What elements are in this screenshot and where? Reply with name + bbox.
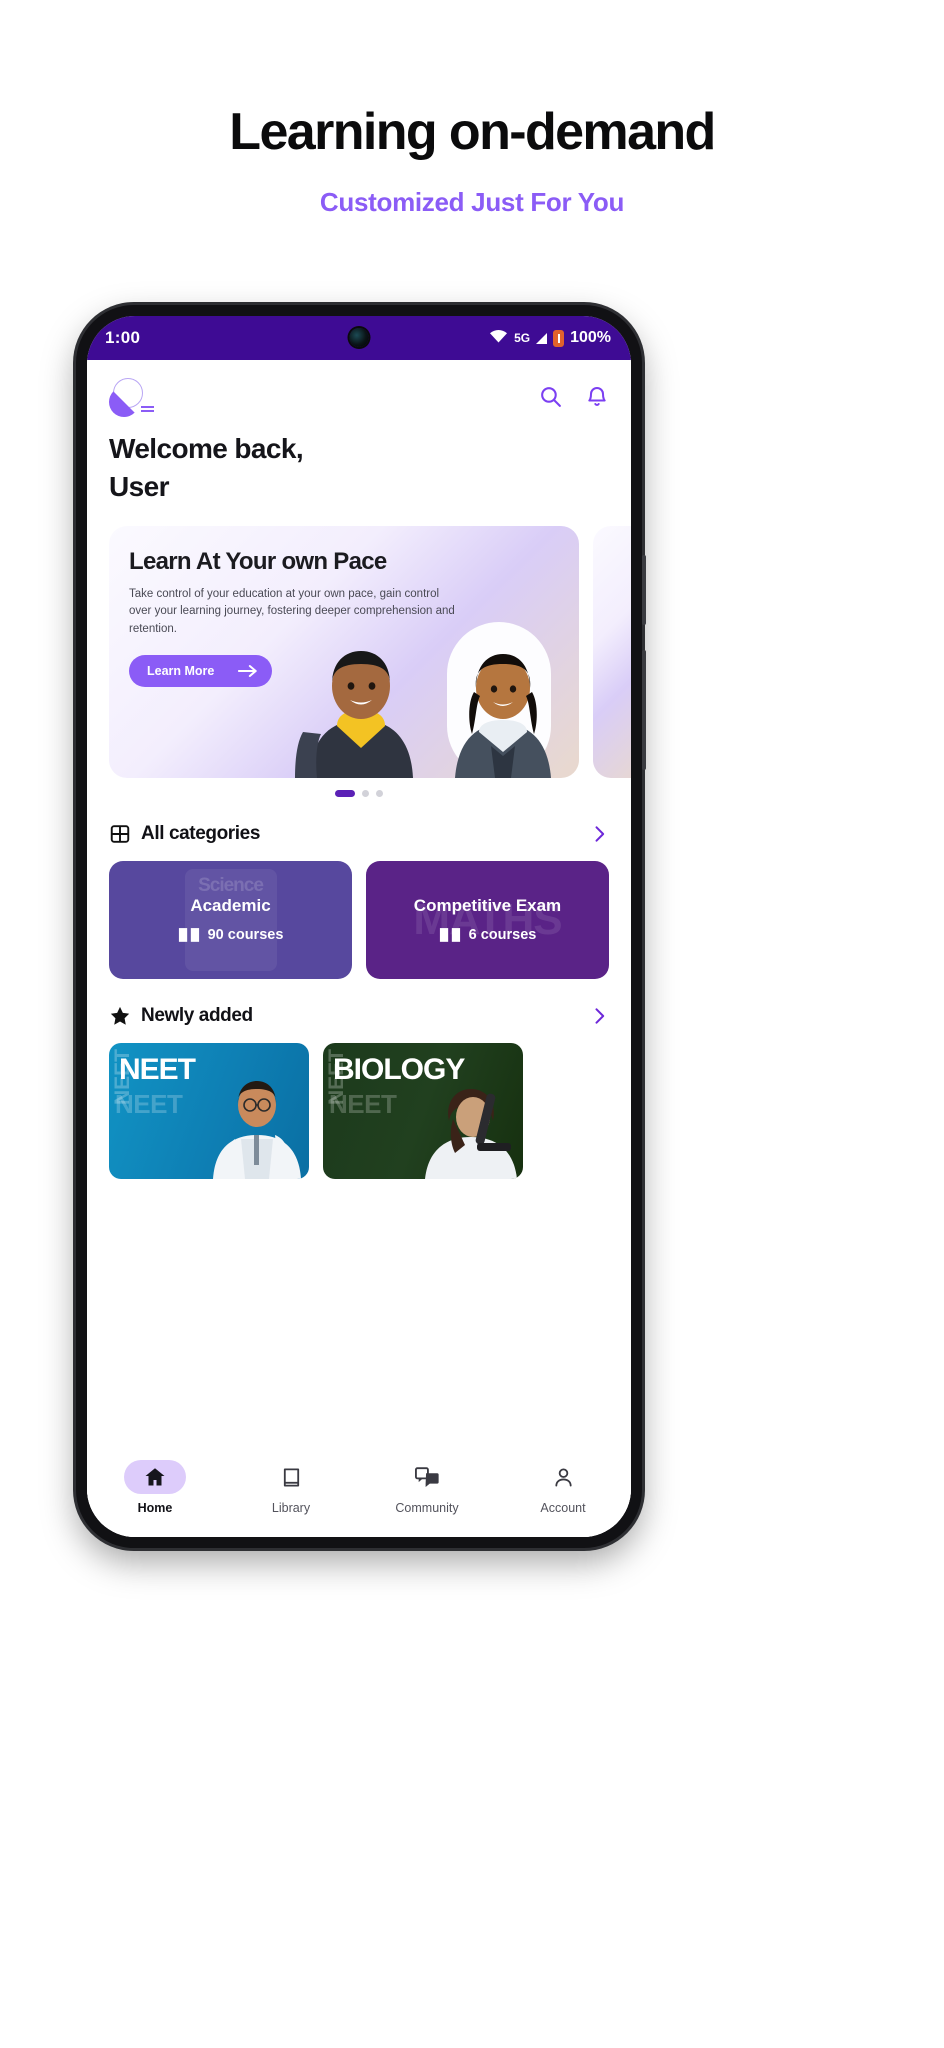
learn-more-button[interactable]: Learn More (129, 655, 273, 688)
app-header (87, 360, 631, 420)
book-icon (178, 928, 199, 942)
logo-lines (141, 406, 154, 414)
carousel-dots[interactable] (87, 789, 631, 797)
banner-description: Take control of your education at your o… (129, 587, 455, 636)
battery-icon (553, 329, 565, 347)
page-root: Learning on-demand Customized Just For Y… (0, 0, 944, 2048)
network-type-label: 5G (514, 331, 531, 345)
app-content: Welcome back, User Learn At Your own Pac… (87, 360, 631, 1537)
book-icon (439, 928, 460, 942)
newly-added-cards: NEET NEET NEET NEET NEET BIOLOGY (87, 1042, 631, 1179)
camera-punch-hole (349, 328, 369, 347)
nav-pill-account (532, 1460, 594, 1494)
welcome-line-1: Welcome back, (109, 433, 304, 464)
phone-screen: 1:00 5G 100% Welcome back, User Learn At… (87, 316, 631, 1537)
nav-label-home: Home (137, 1501, 173, 1515)
category-name: Academic (190, 896, 271, 916)
newly-added-title: Newly added (141, 1004, 253, 1026)
banner-carousel[interactable]: Learn At Your own Pace Take control of y… (87, 525, 631, 778)
learn-more-label: Learn More (147, 664, 215, 679)
newly-added-title-group: Newly added (109, 1005, 253, 1027)
chevron-right-icon[interactable] (589, 824, 609, 844)
category-meta: 90 courses (178, 926, 284, 943)
nav-pill-home (124, 1460, 186, 1494)
nav-pill-library (260, 1460, 322, 1494)
page-title: Learning on-demand (229, 103, 716, 161)
promo-header: Learning on-demand Customized Just For Y… (0, 0, 944, 218)
bottom-navigation: Home Library Community Account (87, 1451, 631, 1537)
carousel-dot-1[interactable] (335, 789, 355, 797)
course-card-biology[interactable]: NEET NEET BIOLOGY (323, 1042, 523, 1179)
bell-icon[interactable] (585, 385, 609, 414)
app-logo (109, 378, 154, 420)
status-time: 1:00 (105, 328, 141, 347)
arrow-right-icon (238, 665, 258, 678)
category-name: Competitive Exam (413, 896, 562, 916)
categories-section-header: All categories (87, 823, 631, 845)
star-icon (110, 1006, 130, 1025)
category-meta: 6 courses (439, 926, 537, 943)
page-subtitle: Customized Just For You (319, 187, 625, 218)
book-icon (283, 1467, 299, 1487)
nav-label-library: Library (271, 1501, 311, 1515)
category-card-competitive-exam[interactable]: MATHS Competitive Exam 6 courses (366, 860, 609, 979)
category-ghost-text: Science (198, 874, 264, 896)
banner-card[interactable]: Learn At Your own Pace Take control of y… (109, 525, 579, 778)
carousel-dot-2[interactable] (362, 789, 369, 797)
categories-title: All categories (141, 822, 261, 844)
battery-percent-label: 100% (570, 329, 611, 346)
nav-pill-community (396, 1460, 458, 1494)
chat-icon (415, 1467, 439, 1487)
nav-label-community: Community (395, 1501, 459, 1515)
wifi-icon (489, 329, 508, 348)
search-icon[interactable] (538, 384, 563, 414)
category-ghost-text: MATHS (413, 894, 562, 944)
banner-card-next[interactable] (593, 525, 631, 778)
course-title: BIOLOGY (333, 1052, 465, 1086)
newly-added-section-header: Newly added (87, 1005, 631, 1027)
phone-mockup: 1:00 5G 100% Welcome back, User Learn At… (76, 305, 646, 1548)
status-bar: 1:00 5G 100% (87, 316, 631, 360)
category-course-count: 6 courses (468, 926, 537, 943)
carousel-dot-3[interactable] (376, 789, 383, 797)
welcome-message: Welcome back, User (87, 420, 631, 506)
category-card-academic[interactable]: Science Academic 90 courses (109, 860, 352, 979)
banner-text: Learn At Your own Pace Take control of y… (109, 526, 579, 688)
category-course-count: 90 courses (207, 926, 284, 943)
nav-item-community[interactable]: Community (375, 1460, 480, 1515)
nav-item-library[interactable]: Library (239, 1460, 344, 1515)
nav-item-account[interactable]: Account (511, 1460, 616, 1515)
course-card-neet[interactable]: NEET NEET NEET (109, 1042, 309, 1179)
banner-title: Learn At Your own Pace (129, 547, 387, 575)
welcome-line-2: User (109, 470, 169, 502)
nav-label-account: Account (540, 1501, 586, 1515)
nav-item-home[interactable]: Home (103, 1460, 208, 1515)
grid-icon (110, 824, 130, 843)
home-icon (145, 1468, 165, 1486)
status-icons: 5G 100% (489, 329, 611, 348)
categories-title-group: All categories (109, 823, 260, 845)
header-actions (538, 384, 609, 414)
signal-icon (536, 332, 548, 344)
chevron-right-icon[interactable] (589, 1006, 609, 1026)
category-cards: Science Academic 90 courses MATHS Compet… (87, 860, 631, 979)
person-icon (554, 1467, 572, 1487)
course-title: NEET (119, 1052, 196, 1086)
course-photo (213, 1080, 301, 1179)
